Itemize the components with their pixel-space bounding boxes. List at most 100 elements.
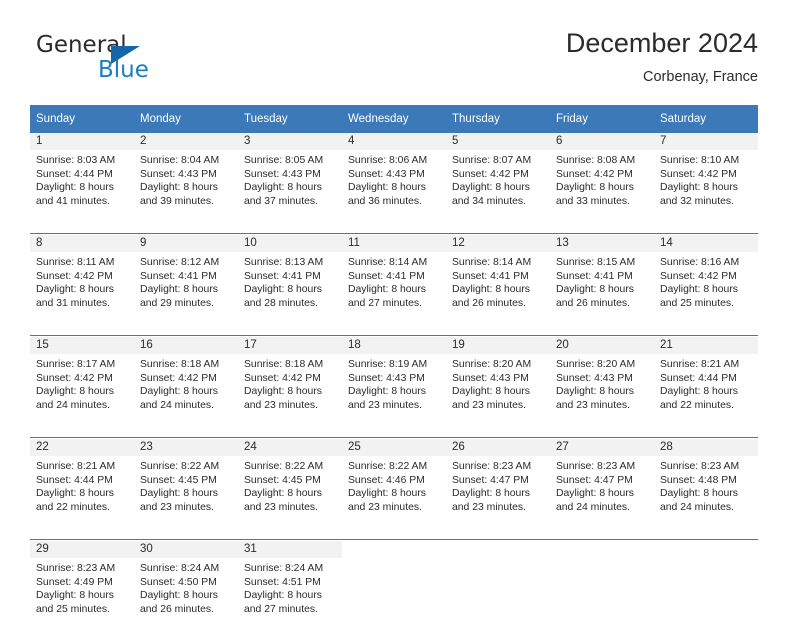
day-number: 7: [654, 133, 758, 150]
sunset-text: Sunset: 4:43 PM: [556, 372, 633, 384]
day-cell[interactable]: 13 Sunrise: 8:15 AM Sunset: 4:41 PM Dayligh…: [550, 235, 654, 321]
daylight-text-line1: Daylight: 8 hours: [348, 488, 426, 500]
daylight-text-line2: and 27 minutes.: [348, 297, 422, 309]
sunset-text: Sunset: 4:42 PM: [36, 372, 113, 384]
daylight-text-line2: and 23 minutes.: [140, 501, 214, 513]
day-number: 26: [446, 439, 550, 456]
day-cell[interactable]: 26 Sunrise: 8:23 AM Sunset: 4:47 PM Dayligh…: [446, 439, 550, 525]
day-cell[interactable]: 30 Sunrise: 8:24 AM Sunset: 4:50 PM Dayligh…: [134, 541, 238, 627]
sunset-text: Sunset: 4:45 PM: [140, 474, 217, 486]
sunrise-text: Sunrise: 8:23 AM: [36, 563, 116, 574]
calendar-week-row: 22 Sunrise: 8:21 AM Sunset: 4:44 PM Dayligh…: [30, 439, 758, 525]
sunrise-text: Sunrise: 8:15 AM: [556, 257, 636, 268]
day-cell[interactable]: 19 Sunrise: 8:20 AM Sunset: 4:43 PM Dayligh…: [446, 337, 550, 423]
day-info: Sunrise: 8:06 AM Sunset: 4:43 PM Daylight:…: [342, 150, 446, 208]
daylight-text-line1: Daylight: 8 hours: [556, 182, 634, 194]
day-cell[interactable]: 28 Sunrise: 8:23 AM Sunset: 4:48 PM Dayligh…: [654, 439, 758, 525]
sunrise-text: Sunrise: 8:22 AM: [140, 461, 220, 472]
day-info: Sunrise: 8:18 AM Sunset: 4:42 PM Daylight:…: [238, 354, 342, 412]
day-cell[interactable]: 1 Sunrise: 8:03 AM Sunset: 4:44 PM Daylight…: [30, 133, 134, 219]
day-info: Sunrise: 8:08 AM Sunset: 4:42 PM Daylight:…: [550, 150, 654, 208]
daylight-text-line1: Daylight: 8 hours: [140, 488, 218, 500]
day-cell[interactable]: 25 Sunrise: 8:22 AM Sunset: 4:46 PM Dayligh…: [342, 439, 446, 525]
calendar-week-row: 29 Sunrise: 8:23 AM Sunset: 4:49 PM Dayligh…: [30, 541, 758, 627]
day-number: 21: [654, 337, 758, 354]
sunrise-text: Sunrise: 8:14 AM: [452, 257, 532, 268]
day-cell[interactable]: 7 Sunrise: 8:10 AM Sunset: 4:42 PM Daylight…: [654, 133, 758, 219]
day-cell[interactable]: 24 Sunrise: 8:22 AM Sunset: 4:45 PM Dayligh…: [238, 439, 342, 525]
day-number: 14: [654, 235, 758, 252]
daylight-text-line1: Daylight: 8 hours: [244, 284, 322, 296]
sunrise-text: Sunrise: 8:22 AM: [348, 461, 428, 472]
day-cell[interactable]: 15 Sunrise: 8:17 AM Sunset: 4:42 PM Dayligh…: [30, 337, 134, 423]
day-info: Sunrise: 8:17 AM Sunset: 4:42 PM Daylight:…: [30, 354, 134, 412]
day-cell[interactable]: 6 Sunrise: 8:08 AM Sunset: 4:42 PM Daylight…: [550, 133, 654, 219]
day-cell[interactable]: 23 Sunrise: 8:22 AM Sunset: 4:45 PM Dayligh…: [134, 439, 238, 525]
sunrise-text: Sunrise: 8:23 AM: [660, 461, 740, 472]
calendar-week-row: 15 Sunrise: 8:17 AM Sunset: 4:42 PM Dayligh…: [30, 337, 758, 423]
day-cell[interactable]: 8 Sunrise: 8:11 AM Sunset: 4:42 PM Daylight…: [30, 235, 134, 321]
day-info: Sunrise: 8:11 AM Sunset: 4:42 PM Daylight:…: [30, 252, 134, 310]
generalblue-logo[interactable]: General Blue: [36, 32, 276, 94]
day-cell[interactable]: 18 Sunrise: 8:19 AM Sunset: 4:43 PM Dayligh…: [342, 337, 446, 423]
daylight-text-line2: and 23 minutes.: [348, 501, 422, 513]
daylight-text-line2: and 23 minutes.: [452, 501, 526, 513]
day-cell[interactable]: 12 Sunrise: 8:14 AM Sunset: 4:41 PM Dayligh…: [446, 235, 550, 321]
day-cell[interactable]: 10 Sunrise: 8:13 AM Sunset: 4:41 PM Dayligh…: [238, 235, 342, 321]
day-cell[interactable]: 16 Sunrise: 8:18 AM Sunset: 4:42 PM Dayligh…: [134, 337, 238, 423]
day-cell[interactable]: 2 Sunrise: 8:04 AM Sunset: 4:43 PM Daylight…: [134, 133, 238, 219]
sunrise-text: Sunrise: 8:24 AM: [244, 563, 324, 574]
daylight-text-line1: Daylight: 8 hours: [36, 386, 114, 398]
sunrise-text: Sunrise: 8:18 AM: [140, 359, 220, 370]
sunset-text: Sunset: 4:47 PM: [452, 474, 529, 486]
sunset-text: Sunset: 4:42 PM: [660, 168, 737, 180]
sunrise-text: Sunrise: 8:22 AM: [244, 461, 324, 472]
day-cell: [446, 541, 550, 627]
day-cell[interactable]: 17 Sunrise: 8:18 AM Sunset: 4:42 PM Dayligh…: [238, 337, 342, 423]
sunrise-text: Sunrise: 8:18 AM: [244, 359, 324, 370]
day-cell[interactable]: 3 Sunrise: 8:05 AM Sunset: 4:43 PM Daylight…: [238, 133, 342, 219]
day-cell[interactable]: 21 Sunrise: 8:21 AM Sunset: 4:44 PM Dayligh…: [654, 337, 758, 423]
day-info: Sunrise: 8:22 AM Sunset: 4:46 PM Daylight:…: [342, 456, 446, 514]
daylight-text-line1: Daylight: 8 hours: [660, 284, 738, 296]
day-info: Sunrise: 8:24 AM Sunset: 4:50 PM Daylight:…: [134, 558, 238, 616]
sunrise-text: Sunrise: 8:21 AM: [660, 359, 740, 370]
daylight-text-line2: and 24 minutes.: [36, 399, 110, 411]
sunset-text: Sunset: 4:42 PM: [244, 372, 321, 384]
day-cell[interactable]: 9 Sunrise: 8:12 AM Sunset: 4:41 PM Daylight…: [134, 235, 238, 321]
sunrise-text: Sunrise: 8:23 AM: [452, 461, 532, 472]
day-info: Sunrise: 8:14 AM Sunset: 4:41 PM Daylight:…: [342, 252, 446, 310]
sunrise-text: Sunrise: 8:23 AM: [556, 461, 636, 472]
day-cell[interactable]: 20 Sunrise: 8:20 AM Sunset: 4:43 PM Dayligh…: [550, 337, 654, 423]
day-cell[interactable]: 5 Sunrise: 8:07 AM Sunset: 4:42 PM Daylight…: [446, 133, 550, 219]
day-number: 30: [134, 541, 238, 558]
sunset-text: Sunset: 4:50 PM: [140, 576, 217, 588]
sunrise-text: Sunrise: 8:24 AM: [140, 563, 220, 574]
daylight-text-line2: and 24 minutes.: [140, 399, 214, 411]
day-cell[interactable]: 31 Sunrise: 8:24 AM Sunset: 4:51 PM Dayligh…: [238, 541, 342, 627]
day-number: 22: [30, 439, 134, 456]
day-cell[interactable]: 27 Sunrise: 8:23 AM Sunset: 4:47 PM Dayligh…: [550, 439, 654, 525]
day-number: 10: [238, 235, 342, 252]
daylight-text-line2: and 26 minutes.: [140, 603, 214, 615]
day-info: Sunrise: 8:05 AM Sunset: 4:43 PM Daylight:…: [238, 150, 342, 208]
day-cell[interactable]: 4 Sunrise: 8:06 AM Sunset: 4:43 PM Daylight…: [342, 133, 446, 219]
sunset-text: Sunset: 4:41 PM: [348, 270, 425, 282]
sunset-text: Sunset: 4:41 PM: [244, 270, 321, 282]
daylight-text-line1: Daylight: 8 hours: [452, 284, 530, 296]
day-number: 4: [342, 133, 446, 150]
sunrise-text: Sunrise: 8:06 AM: [348, 155, 428, 166]
sunrise-text: Sunrise: 8:12 AM: [140, 257, 220, 268]
day-info: Sunrise: 8:23 AM Sunset: 4:47 PM Daylight:…: [550, 456, 654, 514]
day-cell[interactable]: 29 Sunrise: 8:23 AM Sunset: 4:49 PM Dayligh…: [30, 541, 134, 627]
day-info: Sunrise: 8:22 AM Sunset: 4:45 PM Daylight:…: [238, 456, 342, 514]
day-cell[interactable]: 14 Sunrise: 8:16 AM Sunset: 4:42 PM Dayligh…: [654, 235, 758, 321]
daylight-text-line1: Daylight: 8 hours: [140, 590, 218, 602]
day-info: Sunrise: 8:07 AM Sunset: 4:42 PM Daylight:…: [446, 150, 550, 208]
day-number: 15: [30, 337, 134, 354]
sunset-text: Sunset: 4:41 PM: [140, 270, 217, 282]
day-cell[interactable]: 11 Sunrise: 8:14 AM Sunset: 4:41 PM Dayligh…: [342, 235, 446, 321]
sunrise-text: Sunrise: 8:19 AM: [348, 359, 428, 370]
day-cell[interactable]: 22 Sunrise: 8:21 AM Sunset: 4:44 PM Dayligh…: [30, 439, 134, 525]
daylight-text-line1: Daylight: 8 hours: [452, 182, 530, 194]
